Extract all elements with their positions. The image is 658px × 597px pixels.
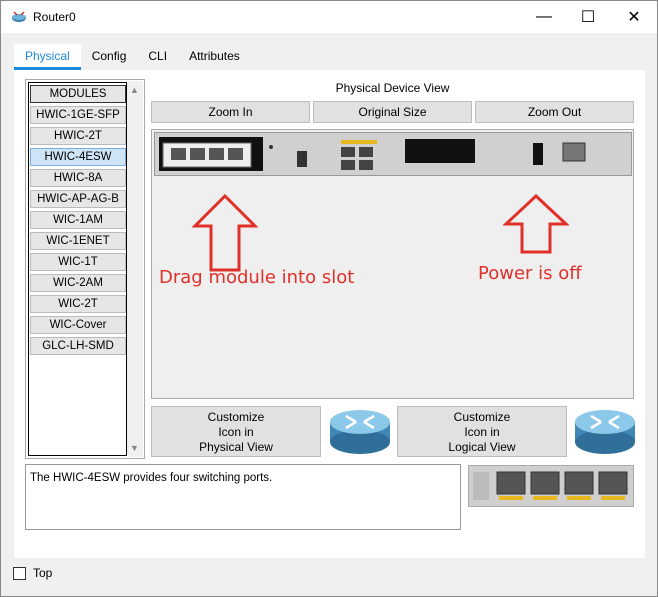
top-option[interactable]: Top — [13, 566, 52, 580]
router-chassis — [154, 132, 632, 176]
module-description: The HWIC-4ESW provides four switching po… — [25, 464, 461, 530]
customize-physical-line: Icon in — [218, 425, 254, 439]
modules-list: MODULES HWIC-1GE-SFP HWIC-2T HWIC-4ESW H… — [25, 79, 145, 459]
module-item-selected[interactable]: HWIC-4ESW — [30, 148, 126, 166]
power-arrow-icon — [503, 194, 569, 254]
tab-config[interactable]: Config — [81, 44, 138, 70]
drag-arrow-icon — [192, 194, 258, 272]
power-off-annotation: Power is off — [478, 263, 582, 284]
module-item[interactable]: WIC-1AM — [30, 211, 126, 229]
module-item[interactable]: HWIC-AP-AG-B — [30, 190, 126, 208]
module-item[interactable]: HWIC-8A — [30, 169, 126, 187]
customize-physical-line: Physical View — [199, 440, 273, 454]
module-item[interactable]: HWIC-1GE-SFP — [30, 106, 126, 124]
router-chassis-graphic — [155, 133, 631, 175]
tab-bar: Physical Config CLI Attributes — [14, 44, 251, 70]
router-icon — [575, 410, 635, 454]
scroll-up-icon[interactable]: ▲ — [130, 85, 139, 95]
physical-device-view-label: Physical Device View — [335, 81, 450, 95]
power-switch — [533, 143, 543, 165]
zoom-out-button[interactable]: Zoom Out — [475, 101, 634, 123]
module-item[interactable]: WIC-1ENET — [30, 232, 126, 250]
window-title: Router0 — [33, 10, 76, 24]
original-size-button[interactable]: Original Size — [313, 101, 472, 123]
zoom-in-button[interactable]: Zoom In — [151, 101, 310, 123]
modules-header: MODULES — [30, 85, 126, 103]
module-item[interactable]: WIC-Cover — [30, 316, 126, 334]
module-item[interactable]: GLC-LH-SMD — [30, 337, 126, 355]
customize-logical-line: Logical View — [448, 440, 516, 454]
tab-physical[interactable]: Physical — [14, 44, 81, 70]
slot-1 — [405, 139, 475, 163]
close-button[interactable]: ✕ — [611, 1, 657, 33]
customize-logical-button[interactable]: Customize Icon in Logical View — [397, 406, 567, 457]
module-item[interactable]: WIC-2T — [30, 295, 126, 313]
maximize-button[interactable]: ☐ — [565, 1, 611, 33]
device-view-canvas[interactable]: Drag module into slot Power is off — [151, 129, 634, 399]
scroll-down-icon[interactable]: ▼ — [130, 443, 139, 453]
customize-physical-line: Customize — [207, 410, 265, 424]
module-item[interactable]: WIC-2AM — [30, 274, 126, 292]
tab-attributes[interactable]: Attributes — [178, 44, 251, 70]
drag-module-annotation: Drag module into slot — [159, 267, 355, 288]
module-item[interactable]: HWIC-2T — [30, 127, 126, 145]
customize-physical-button[interactable]: Customize Icon in Physical View — [151, 406, 321, 457]
module-item[interactable]: WIC-1T — [30, 253, 126, 271]
customize-logical-line: Icon in — [464, 425, 500, 439]
title-bar: Router0 — ☐ ✕ — [1, 1, 657, 33]
top-checkbox[interactable] — [13, 566, 26, 580]
modules-scrollbar[interactable]: ▲ ▼ — [127, 81, 143, 457]
module-preview-graphic — [469, 466, 633, 506]
customize-logical-line: Customize — [453, 410, 511, 424]
top-checkbox-label: Top — [33, 566, 53, 580]
minimize-button[interactable]: — — [521, 1, 567, 33]
tab-cli[interactable]: CLI — [137, 44, 178, 70]
modules-list-inner: MODULES HWIC-1GE-SFP HWIC-2T HWIC-4ESW H… — [28, 82, 127, 456]
router-window: Router0 — ☐ ✕ Physical Config CLI Attrib… — [0, 0, 658, 597]
router-app-icon — [11, 10, 27, 29]
router-icon — [330, 410, 390, 454]
module-preview-image — [468, 465, 634, 507]
